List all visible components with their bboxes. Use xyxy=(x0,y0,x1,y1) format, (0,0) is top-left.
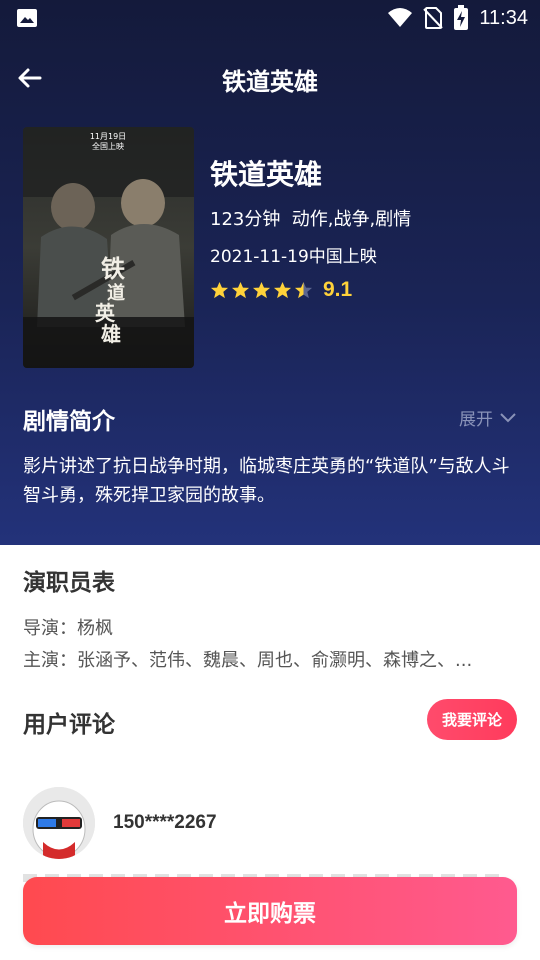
app-bar: 铁道英雄 xyxy=(0,48,540,108)
synopsis-text: 影片讲述了抗日战争时期，临城枣庄英勇的“铁道队”与敌人斗智斗勇，殊死捍卫家园的故… xyxy=(23,456,510,506)
review-username: 150****2267 xyxy=(113,812,217,833)
expand-label: 展开 xyxy=(459,410,493,430)
star-icon xyxy=(252,281,271,298)
cast-director: 导演：杨枫 xyxy=(23,618,113,639)
star-icon xyxy=(231,281,250,298)
buy-ticket-button[interactable]: 立即购票 xyxy=(23,877,517,945)
image-icon xyxy=(17,9,37,27)
wifi-icon xyxy=(388,8,413,27)
avatar-image xyxy=(23,787,95,859)
star-icon xyxy=(294,281,313,298)
poster-image: 11月19日 全国上映 铁 道 英 雄 xyxy=(23,127,194,368)
movie-title: 铁道英雄 xyxy=(210,158,323,191)
cast-heading: 演职员表 xyxy=(23,570,115,596)
poster-title-1: 铁 xyxy=(101,254,125,283)
movie-meta: 123分钟 动作,战争,剧情 xyxy=(210,209,412,230)
poster-date-text: 11月19日 xyxy=(90,132,126,141)
write-review-button[interactable]: 我要评论 xyxy=(427,699,517,740)
poster-title-4: 雄 xyxy=(100,322,121,346)
battery-charging-icon xyxy=(454,5,469,30)
movie-release-date: 2021-11-19中国上映 xyxy=(210,247,377,267)
page-title: 铁道英雄 xyxy=(222,68,318,96)
rating-score: 9.1 xyxy=(323,278,353,301)
status-time: 11:34 xyxy=(479,6,528,29)
no-sim-icon xyxy=(423,7,444,29)
status-bar: 11:34 xyxy=(0,0,540,36)
star-icon xyxy=(210,281,229,298)
poster-release-text: 全国上映 xyxy=(92,141,124,151)
cast-actors: 主演：张涵予、范伟、魏晨、周也、俞灏明、森博之、... xyxy=(23,650,473,671)
synopsis-heading: 剧情简介 xyxy=(23,409,115,435)
movie-rating: 9.1 xyxy=(210,278,352,302)
avatar[interactable] xyxy=(23,787,95,859)
reviews-heading: 用户评论 xyxy=(23,712,115,738)
star-icon xyxy=(273,281,292,298)
movie-poster[interactable]: 11月19日 全国上映 铁 道 英 雄 xyxy=(23,127,194,368)
expand-button[interactable]: 展开 xyxy=(459,405,517,430)
chevron-down-icon xyxy=(500,412,516,422)
rating-stars xyxy=(210,281,313,300)
